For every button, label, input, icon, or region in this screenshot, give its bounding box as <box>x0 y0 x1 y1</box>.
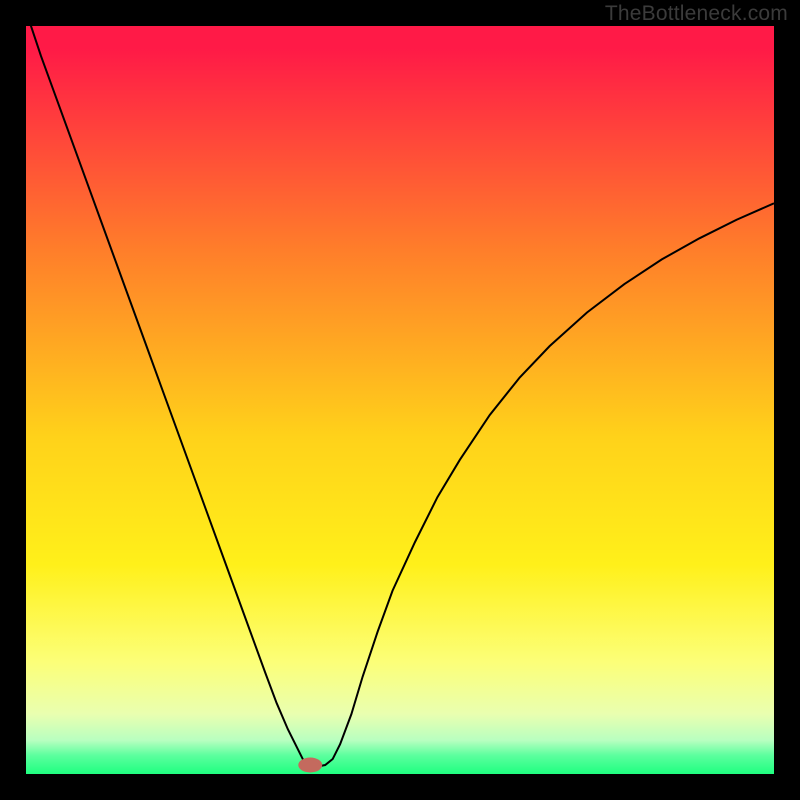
watermark-text: TheBottleneck.com <box>605 2 788 26</box>
optimal-point-marker <box>298 758 322 773</box>
chart-frame: TheBottleneck.com <box>0 0 800 800</box>
bottleneck-chart <box>26 26 774 774</box>
gradient-background <box>26 26 774 774</box>
plot-area <box>26 26 774 774</box>
